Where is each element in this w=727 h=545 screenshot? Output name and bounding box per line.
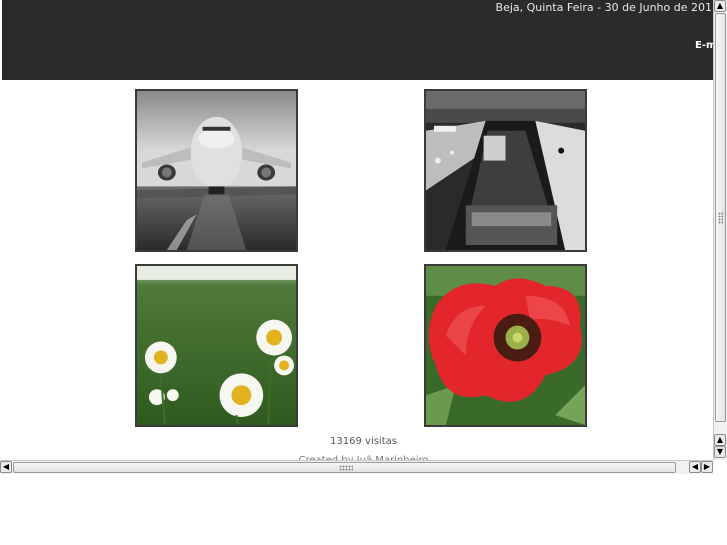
scroll-up-button-lower[interactable]: ▲ xyxy=(714,434,726,446)
thumbnail-daisies[interactable] xyxy=(135,264,298,427)
vertical-scrollbar[interactable]: ▲ ▲ ▼ xyxy=(713,0,727,460)
scroll-left-button[interactable]: ◀ xyxy=(0,461,12,473)
daisies-photo-icon xyxy=(137,266,296,425)
scroll-left-button-right[interactable]: ◀ xyxy=(689,461,701,473)
daisy-1 xyxy=(219,373,264,418)
scroll-down-button[interactable]: ▼ xyxy=(714,446,726,458)
thumbnail-airplane[interactable] xyxy=(135,89,298,252)
thumbnail-poppy[interactable] xyxy=(424,264,587,427)
horizontal-scrollbar[interactable]: ◀ ◀ ▶ xyxy=(0,460,713,474)
visit-counter: 13169 visitas xyxy=(330,436,397,447)
scroll-right-button[interactable]: ▶ xyxy=(701,461,713,473)
site-header: Beja, Quinta Feira - 30 de Junho de 2011… xyxy=(2,0,713,80)
scroll-up-button[interactable]: ▲ xyxy=(714,0,726,12)
email-link[interactable]: E-mail xyxy=(695,40,713,51)
grip-icon xyxy=(339,465,353,471)
subway-train-photo-icon xyxy=(426,91,585,250)
page-viewport: Beja, Quinta Feira - 30 de Junho de 2011… xyxy=(0,0,727,474)
red-poppy-photo-icon xyxy=(426,266,585,425)
thumbnail-subway[interactable] xyxy=(424,89,587,252)
vertical-scroll-thumb[interactable] xyxy=(715,13,726,422)
grip-icon xyxy=(718,212,723,224)
horizontal-scroll-thumb[interactable] xyxy=(13,462,676,473)
airplane-photo-icon xyxy=(137,91,296,250)
header-date: Beja, Quinta Feira - 30 de Junho de 2011 xyxy=(495,1,713,14)
